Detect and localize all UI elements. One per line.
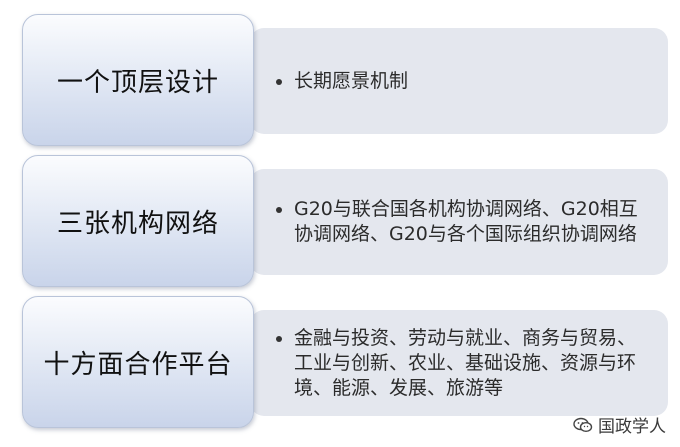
- label-text: 十方面合作平台: [43, 349, 233, 380]
- bullet-list: 金融与投资、劳动与就业、商务与贸易、工业与创新、农业、基础设施、资源与环境、能源…: [276, 326, 654, 401]
- bullet-text: 长期愿景机制: [294, 69, 409, 92]
- description-panel: 金融与投资、劳动与就业、商务与贸易、工业与创新、农业、基础设施、资源与环境、能源…: [250, 310, 668, 416]
- watermark: 国政学人: [573, 412, 666, 437]
- bullet-item: 长期愿景机制: [276, 69, 654, 94]
- bullet-dot-icon: [276, 335, 282, 342]
- label-box: 一个顶层设计: [22, 14, 254, 146]
- bullet-list: G20与联合国各机构协调网络、G20相互协调网络、G20与各个国际组织协调网络: [276, 197, 654, 247]
- wechat-icon: [573, 417, 593, 432]
- description-panel: G20与联合国各机构协调网络、G20相互协调网络、G20与各个国际组织协调网络: [250, 169, 668, 275]
- bullet-text: G20与联合国各机构协调网络、G20相互协调网络、G20与各个国际组织协调网络: [294, 198, 638, 245]
- label-text: 一个顶层设计: [56, 67, 219, 98]
- bullet-dot-icon: [276, 207, 282, 213]
- bullet-item: G20与联合国各机构协调网络、G20相互协调网络、G20与各个国际组织协调网络: [276, 197, 654, 247]
- label-box: 十方面合作平台: [22, 296, 254, 428]
- watermark-text: 国政学人: [598, 417, 666, 437]
- bullet-list: 长期愿景机制: [276, 69, 654, 94]
- description-panel: 长期愿景机制: [250, 28, 668, 134]
- bullet-dot-icon: [276, 78, 282, 85]
- bullet-text: 金融与投资、劳动与就业、商务与贸易、工业与创新、农业、基础设施、资源与环境、能源…: [294, 326, 637, 399]
- label-box: 三张机构网络: [22, 155, 254, 287]
- bullet-item: 金融与投资、劳动与就业、商务与贸易、工业与创新、农业、基础设施、资源与环境、能源…: [276, 326, 654, 401]
- label-text: 三张机构网络: [56, 208, 219, 239]
